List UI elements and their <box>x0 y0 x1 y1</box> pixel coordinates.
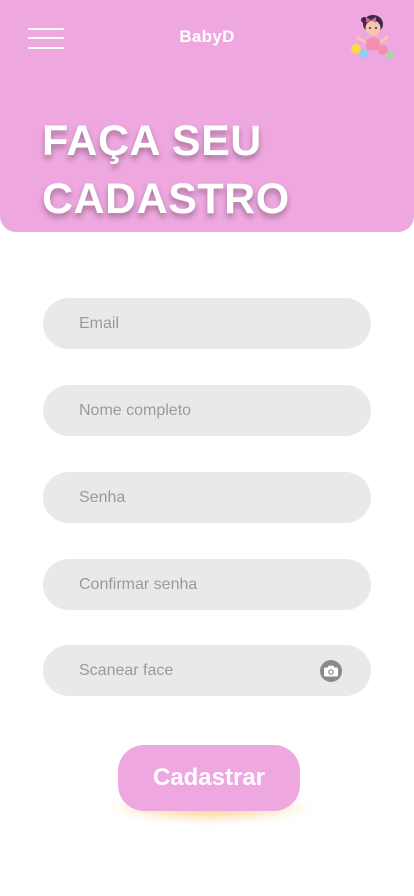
page-title-line-2: CADASTRO <box>42 175 290 223</box>
baby-mascot-icon <box>351 15 394 59</box>
full-name-input[interactable] <box>43 385 371 436</box>
submit-area: Cadastrar <box>110 745 310 823</box>
page-title: FAÇA SEU CADASTRO <box>42 112 382 228</box>
password-field[interactable] <box>43 472 371 523</box>
register-button[interactable]: Cadastrar <box>118 745 300 811</box>
email-field[interactable] <box>43 298 371 349</box>
password-input[interactable] <box>43 472 371 523</box>
menu-line <box>28 47 64 49</box>
confirm-password-field[interactable] <box>43 559 371 610</box>
page-title-line-1: FAÇA SEU <box>42 117 262 165</box>
full-name-field[interactable] <box>43 385 371 436</box>
camera-icon[interactable] <box>319 660 343 682</box>
face-scan-field[interactable] <box>43 645 371 696</box>
header-banner: BabyD FAÇA SEU CADASTRO <box>0 0 414 232</box>
confirm-password-input[interactable] <box>43 559 371 610</box>
email-input[interactable] <box>43 298 371 349</box>
